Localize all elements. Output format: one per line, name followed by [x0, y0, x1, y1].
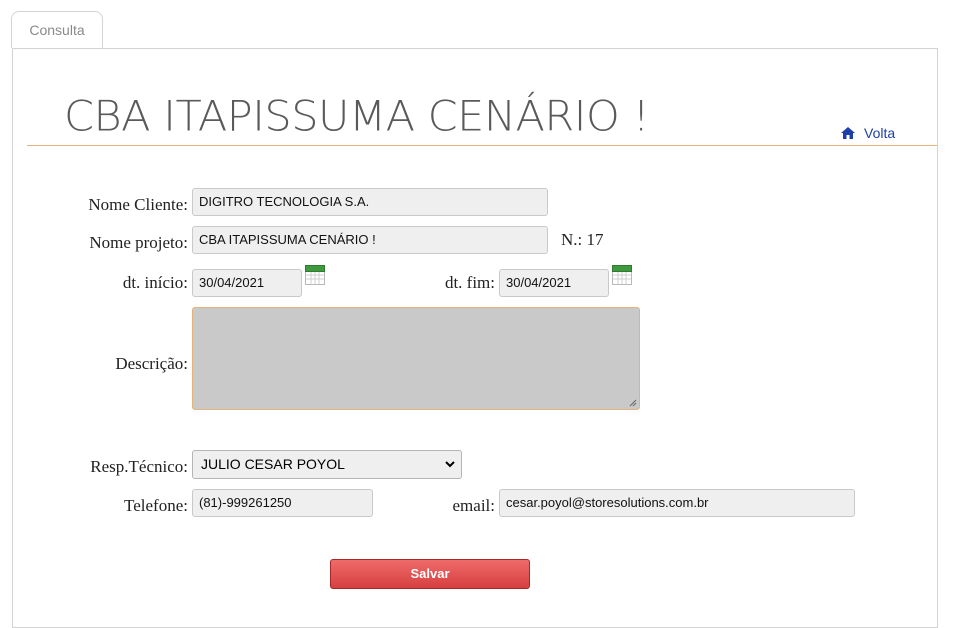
resp-tecnico-select[interactable]: JULIO CESAR POYOL: [192, 450, 462, 479]
calendar-icon[interactable]: [305, 265, 325, 285]
resp-tecnico-selected: JULIO CESAR POYOL: [201, 456, 345, 472]
back-link-label: Volta: [864, 125, 896, 141]
nome-projeto-label: Nome projeto:: [89, 233, 188, 252]
save-button[interactable]: Salvar: [330, 559, 530, 589]
back-link[interactable]: Volta: [841, 125, 895, 141]
nome-cliente-field[interactable]: DIGITRO TECNOLOGIA S.A.: [192, 188, 548, 216]
descricao-label: Descrição:: [115, 354, 188, 373]
dt-fim-label: dt. fim:: [444, 273, 495, 292]
dt-inicio-label: dt. início:: [122, 273, 188, 292]
email-label: email:: [452, 496, 495, 515]
email-field[interactable]: cesar.poyol@storesolutions.com.br: [499, 489, 855, 517]
page-title: CBA ITAPISSUMA CENÁRIO !: [64, 92, 650, 142]
nome-projeto-field[interactable]: CBA ITAPISSUMA CENÁRIO !: [192, 226, 548, 254]
dt-fim-field[interactable]: 30/04/2021: [499, 269, 609, 297]
tab-consulta[interactable]: Consulta: [11, 11, 103, 48]
descricao-textarea[interactable]: [192, 307, 640, 410]
title-divider: [27, 145, 937, 146]
home-icon: [841, 127, 855, 139]
telefone-label: Telefone:: [124, 496, 188, 515]
project-number: N.: 17: [561, 230, 604, 249]
resize-grip-icon[interactable]: [629, 399, 637, 407]
telefone-field[interactable]: (81)-999261250: [192, 489, 373, 517]
nome-cliente-label: Nome Cliente:: [88, 195, 188, 214]
calendar-icon[interactable]: [612, 265, 632, 285]
resp-tecnico-label: Resp.Técnico:: [90, 457, 188, 476]
chevron-down-icon: [445, 461, 455, 468]
dt-inicio-field[interactable]: 30/04/2021: [192, 269, 302, 297]
